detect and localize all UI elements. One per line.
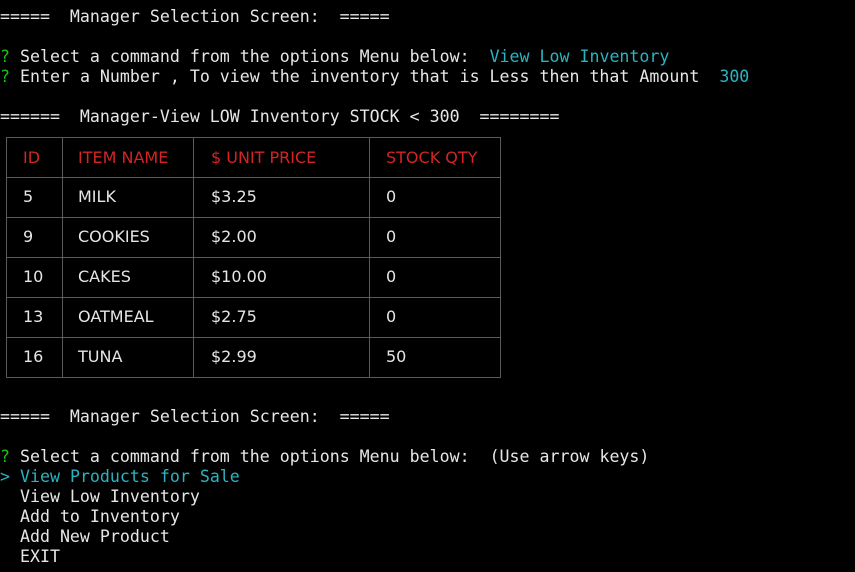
prompt-amount-line: ? Enter a Number , To view the inventory… <box>0 67 749 87</box>
manager-banner-bottom: ===== Manager Selection Screen: ===== <box>0 407 390 426</box>
prompt-answer: View Low Inventory <box>489 47 670 66</box>
cell-stock-qty: 0 <box>386 187 397 206</box>
cell-id: 10 <box>23 267 44 286</box>
menu-item-view-low-inventory[interactable]: View Low Inventory <box>0 487 200 507</box>
cell-id: 5 <box>23 187 34 206</box>
prompt-mark: ? <box>0 47 10 66</box>
cell-id: 16 <box>23 347 44 366</box>
prompt-hint: (Use arrow keys) <box>489 447 650 466</box>
menu-item-exit[interactable]: EXIT <box>0 547 60 567</box>
cell-item-name: OATMEAL <box>78 307 154 326</box>
menu-item-label: Add New Product <box>19 527 170 546</box>
prompt-command-line: ? Select a command from the options Menu… <box>0 447 649 467</box>
menu-item-label: View Low Inventory <box>19 487 200 506</box>
menu-item-view-products[interactable]: > View Products for Sale <box>0 467 240 487</box>
column-header-item-name: ITEM NAME <box>78 148 169 167</box>
menu-item-label: View Products for Sale <box>20 467 240 486</box>
column-header-unit-price: $ UNIT PRICE <box>211 148 317 167</box>
prompt-question: Enter a Number , To view the inventory t… <box>20 67 700 86</box>
column-header-stock-qty: STOCK QTY <box>386 148 478 167</box>
menu-item-label: EXIT <box>19 547 60 566</box>
column-header-id: ID <box>23 148 41 167</box>
cell-item-name: CAKES <box>78 267 131 286</box>
cell-stock-qty: 0 <box>386 307 397 326</box>
low-inventory-table: ID ITEM NAME $ UNIT PRICE STOCK QTY 5 MI… <box>6 137 501 378</box>
cell-stock-qty: 50 <box>386 347 407 366</box>
cursor-arrow-icon: > <box>0 467 10 486</box>
cell-id: 9 <box>23 227 34 246</box>
cell-id: 13 <box>23 307 44 326</box>
cell-item-name: MILK <box>78 187 116 206</box>
report-title: ====== Manager-View LOW Inventory STOCK … <box>0 107 560 126</box>
prompt-command-line: ? Select a command from the options Menu… <box>0 47 669 67</box>
menu-item-label: Add to Inventory <box>19 507 180 526</box>
cell-item-name: COOKIES <box>78 227 150 246</box>
prompt-question: Select a command from the options Menu b… <box>20 447 470 466</box>
cell-unit-price: $2.75 <box>211 307 257 326</box>
cell-unit-price: $2.99 <box>211 347 257 366</box>
prompt-question: Select a command from the options Menu b… <box>20 47 470 66</box>
prompt-answer: 300 <box>719 67 750 86</box>
cell-unit-price: $3.25 <box>211 187 257 206</box>
cell-item-name: TUNA <box>78 347 123 366</box>
menu-item-add-to-inventory[interactable]: Add to Inventory <box>0 507 180 527</box>
prompt-mark: ? <box>0 447 10 466</box>
menu-item-add-new-product[interactable]: Add New Product <box>0 527 170 547</box>
cell-unit-price: $10.00 <box>211 267 267 286</box>
cell-unit-price: $2.00 <box>211 227 257 246</box>
cell-stock-qty: 0 <box>386 267 397 286</box>
prompt-mark: ? <box>0 67 10 86</box>
cell-stock-qty: 0 <box>386 227 397 246</box>
manager-banner-top: ===== Manager Selection Screen: ===== <box>0 7 390 26</box>
